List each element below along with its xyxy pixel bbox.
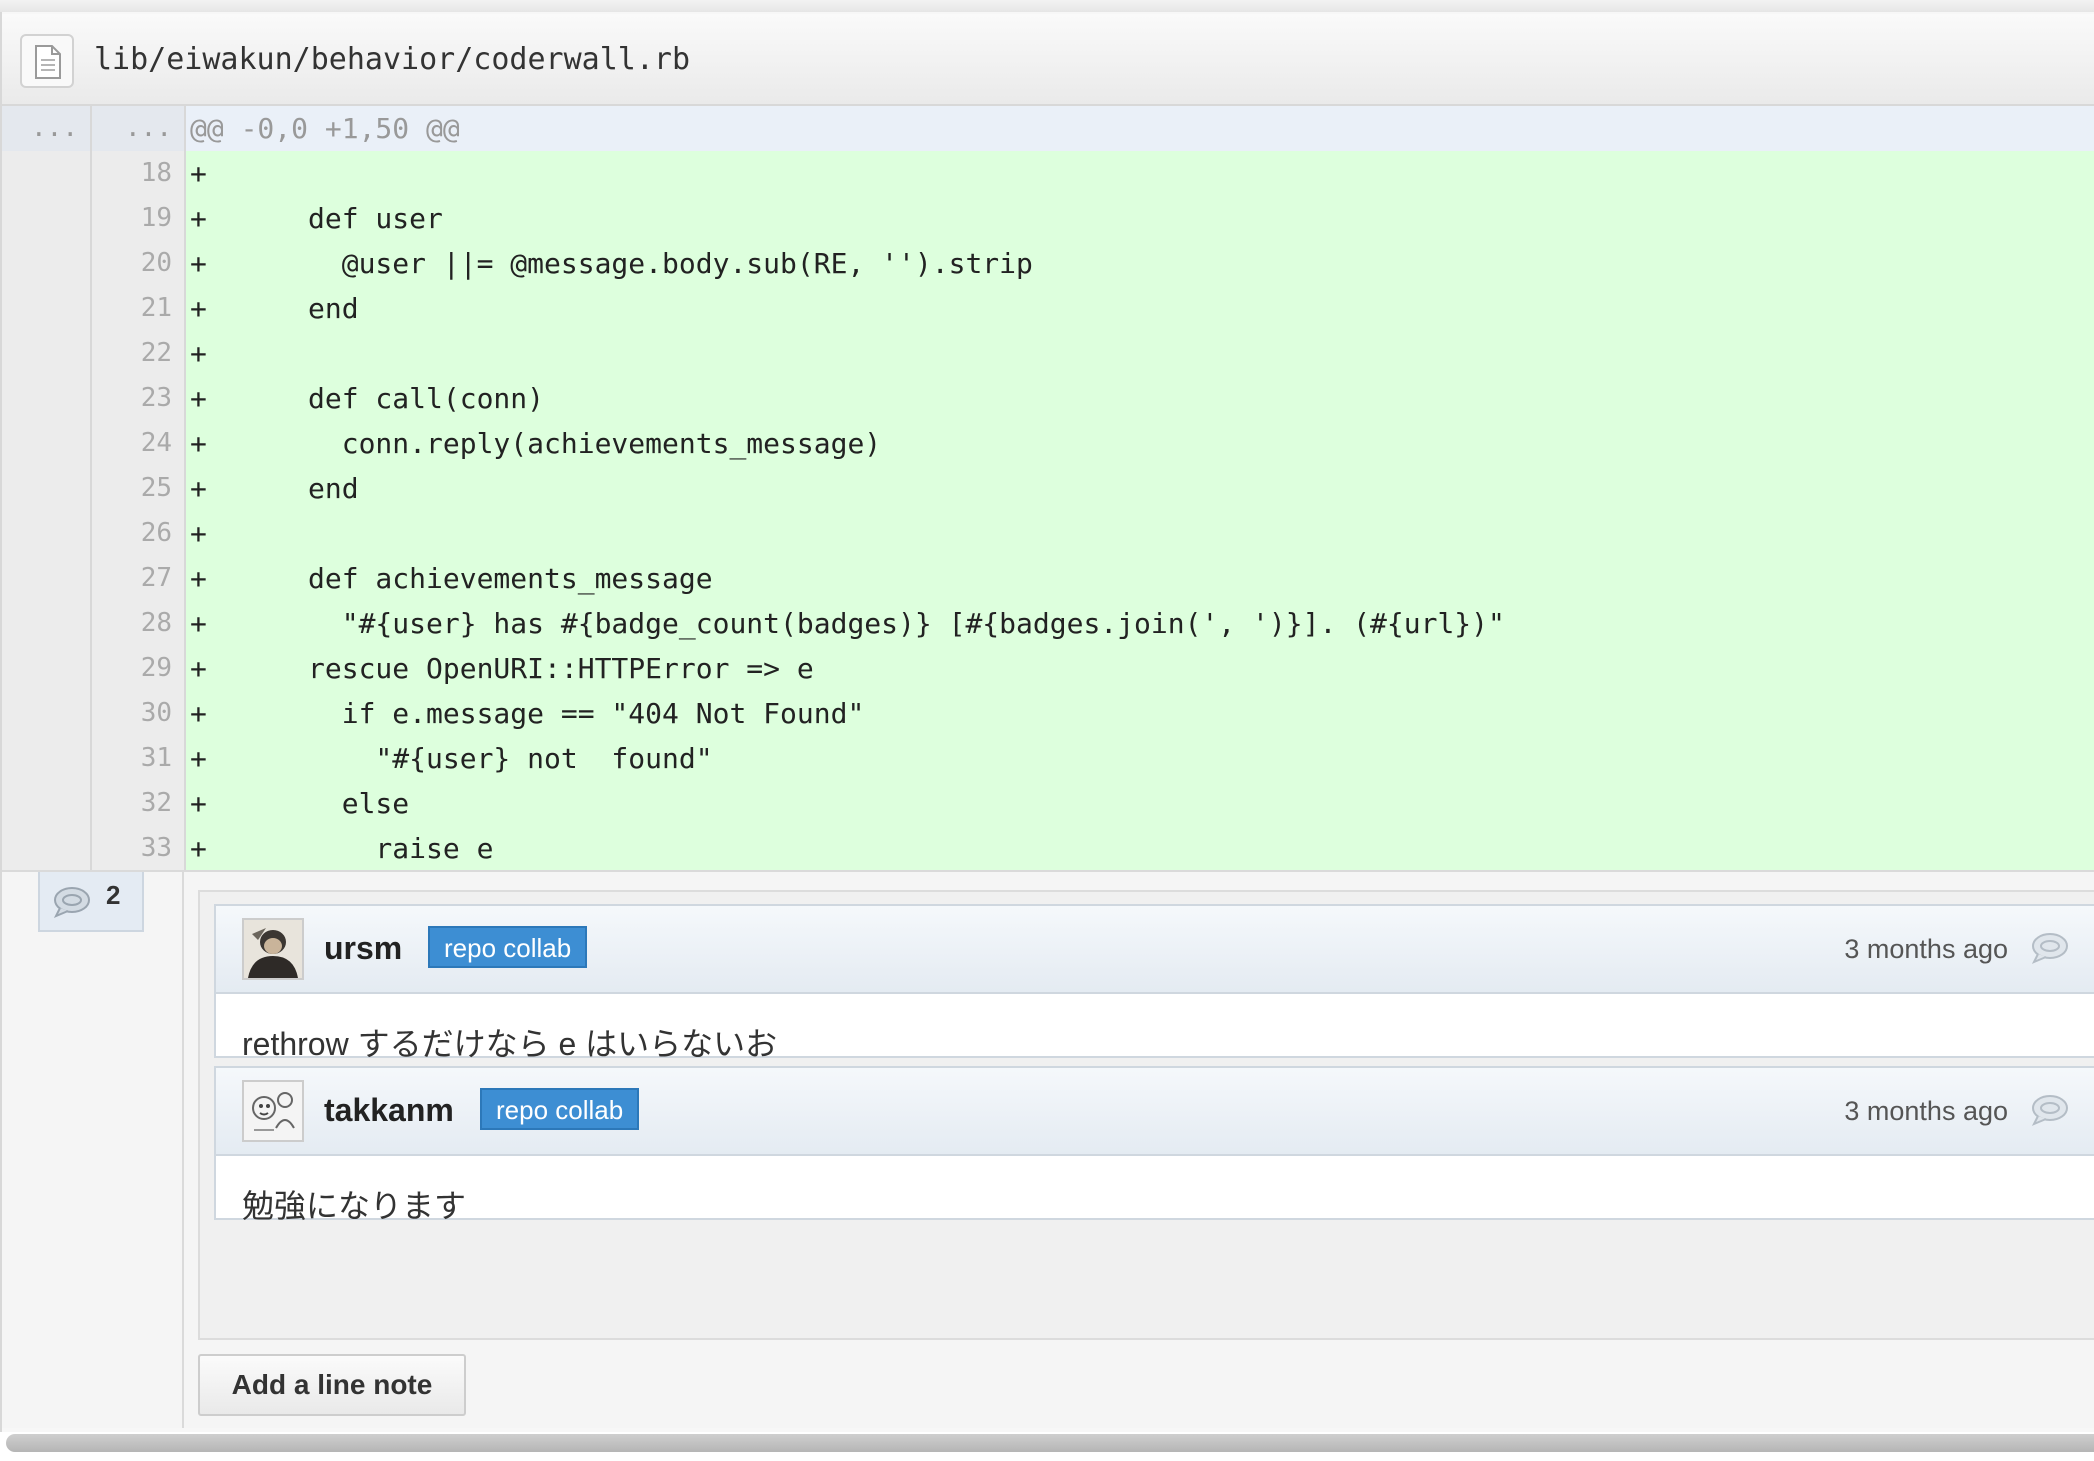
new-line-number[interactable]: 23 (92, 376, 186, 421)
old-line-number (2, 421, 92, 466)
new-line-number[interactable]: 26 (92, 511, 186, 556)
code-line: + raise e (186, 826, 2094, 871)
new-line-number[interactable]: 25 (92, 466, 186, 511)
old-line-number (2, 466, 92, 511)
new-line-number[interactable]: 31 (92, 736, 186, 781)
code-line: + def user (186, 196, 2094, 241)
diff-line: 19 + def user (2, 196, 2094, 241)
comment-timestamp[interactable]: 3 months ago (1844, 1094, 2008, 1128)
diff-line: 32 + else (2, 781, 2094, 826)
diff-line: 28 + "#{user} has #{badge_count(badges)}… (2, 601, 2094, 646)
avatar[interactable] (242, 1080, 304, 1142)
comment-author[interactable]: takkanm (324, 1090, 454, 1130)
hunk-header: @@ -0,0 +1,50 @@ (186, 106, 2094, 151)
code-line: + rescue OpenURI::HTTPError => e (186, 646, 2094, 691)
diff-table: ... ... @@ -0,0 +1,50 @@ 18 + 19 + def u… (2, 106, 2094, 871)
comment-body: 勉強になります (242, 1188, 467, 1224)
old-line-number (2, 511, 92, 556)
speech-bubble-icon (52, 886, 92, 923)
comment-count: 2 (106, 880, 121, 910)
scrollbar-thumb[interactable] (6, 1434, 2094, 1452)
diff-line: 21 + end (2, 286, 2094, 331)
old-line-number (2, 196, 92, 241)
new-line-number[interactable]: 29 (92, 646, 186, 691)
new-line-number[interactable]: 22 (92, 331, 186, 376)
diff-line: 33 + raise e (2, 826, 2094, 871)
code-line: + def achievements_message (186, 556, 2094, 601)
code-line: + end (186, 286, 2094, 331)
diff-line: 23 + def call(conn) (2, 376, 2094, 421)
new-line-number[interactable]: 30 (92, 691, 186, 736)
diff-line: 29 + rescue OpenURI::HTTPError => e (2, 646, 2094, 691)
code-line: + "#{user} not found" (186, 736, 2094, 781)
old-line-number (2, 736, 92, 781)
diff-line: 26 + (2, 511, 2094, 556)
old-line-number (2, 331, 92, 376)
comment-header: ursm repo collab 3 months ago (216, 906, 2094, 994)
new-line-number[interactable]: 18 (92, 151, 186, 196)
new-line-number[interactable]: 20 (92, 241, 186, 286)
diff-line: 24 + conn.reply(achievements_message) (2, 421, 2094, 466)
diff-line: 20 + @user ||= @message.body.sub(RE, '')… (2, 241, 2094, 286)
comments-gutter: 2 (2, 872, 184, 1428)
code-line: + else (186, 781, 2094, 826)
diff-line: 22 + (2, 331, 2094, 376)
repo-collab-badge: repo collab (480, 1088, 640, 1130)
old-line-number (2, 556, 92, 601)
code-line: + "#{user} has #{badge_count(badges)} [#… (186, 601, 2094, 646)
comment-thread: ursm repo collab 3 months ago rethrow する… (198, 890, 2094, 1340)
new-line-number[interactable]: 21 (92, 286, 186, 331)
line-comments-area: 2 ursm repo collab 3 months ago rethrow … (2, 870, 2094, 1428)
old-line-number (2, 376, 92, 421)
code-line: + conn.reply(achievements_message) (186, 421, 2094, 466)
diff-line: 27 + def achievements_message (2, 556, 2094, 601)
new-line-number[interactable]: 24 (92, 421, 186, 466)
code-line: + (186, 151, 2094, 196)
repo-collab-badge: repo collab (428, 926, 588, 968)
hunk-header-row: ... ... @@ -0,0 +1,50 @@ (2, 106, 2094, 151)
comment: takkanm repo collab 3 months ago 勉強になります (214, 1066, 2094, 1224)
file-icon (20, 34, 74, 88)
comment-author[interactable]: ursm (324, 928, 402, 968)
comment-count-toggle[interactable]: 2 (38, 872, 144, 932)
comment-body: rethrow するだけなら e はいらないお (242, 1026, 778, 1062)
comment-header: takkanm repo collab 3 months ago (216, 1068, 2094, 1156)
file-path[interactable]: lib/eiwakun/behavior/coderwall.rb (94, 42, 690, 78)
comment-timestamp[interactable]: 3 months ago (1844, 932, 2008, 966)
old-line-number (2, 826, 92, 871)
new-line-number[interactable]: 19 (92, 196, 186, 241)
horizontal-scrollbar[interactable] (0, 1432, 2094, 1454)
add-line-note-button[interactable]: Add a line note (198, 1354, 466, 1416)
new-line-number[interactable]: 33 (92, 826, 186, 871)
old-line-number (2, 601, 92, 646)
code-line: + end (186, 466, 2094, 511)
old-line-number (2, 781, 92, 826)
new-line-number[interactable]: 32 (92, 781, 186, 826)
old-line-number (2, 646, 92, 691)
old-line-number (2, 691, 92, 736)
diff-line: 25 + end (2, 466, 2094, 511)
code-line: + @user ||= @message.body.sub(RE, '').st… (186, 241, 2094, 286)
hunk-new-line-number[interactable]: ... (92, 106, 186, 151)
old-line-number (2, 241, 92, 286)
hunk-old-line-number[interactable]: ... (2, 106, 92, 151)
reply-bubble-icon[interactable] (2030, 1094, 2070, 1131)
diff-line: 31 + "#{user} not found" (2, 736, 2094, 781)
reply-bubble-icon[interactable] (2030, 932, 2070, 969)
comment: ursm repo collab 3 months ago rethrow する… (214, 904, 2094, 1062)
code-line: + if e.message == "404 Not Found" (186, 691, 2094, 736)
diff-line: 30 + if e.message == "404 Not Found" (2, 691, 2094, 736)
new-line-number[interactable]: 28 (92, 601, 186, 646)
file-header: lib/eiwakun/behavior/coderwall.rb (2, 14, 2094, 106)
diff-line: 18 + (2, 151, 2094, 196)
code-line: + (186, 511, 2094, 556)
code-line: + (186, 331, 2094, 376)
avatar[interactable] (242, 918, 304, 980)
code-line: + def call(conn) (186, 376, 2094, 421)
old-line-number (2, 286, 92, 331)
old-line-number (2, 151, 92, 196)
new-line-number[interactable]: 27 (92, 556, 186, 601)
